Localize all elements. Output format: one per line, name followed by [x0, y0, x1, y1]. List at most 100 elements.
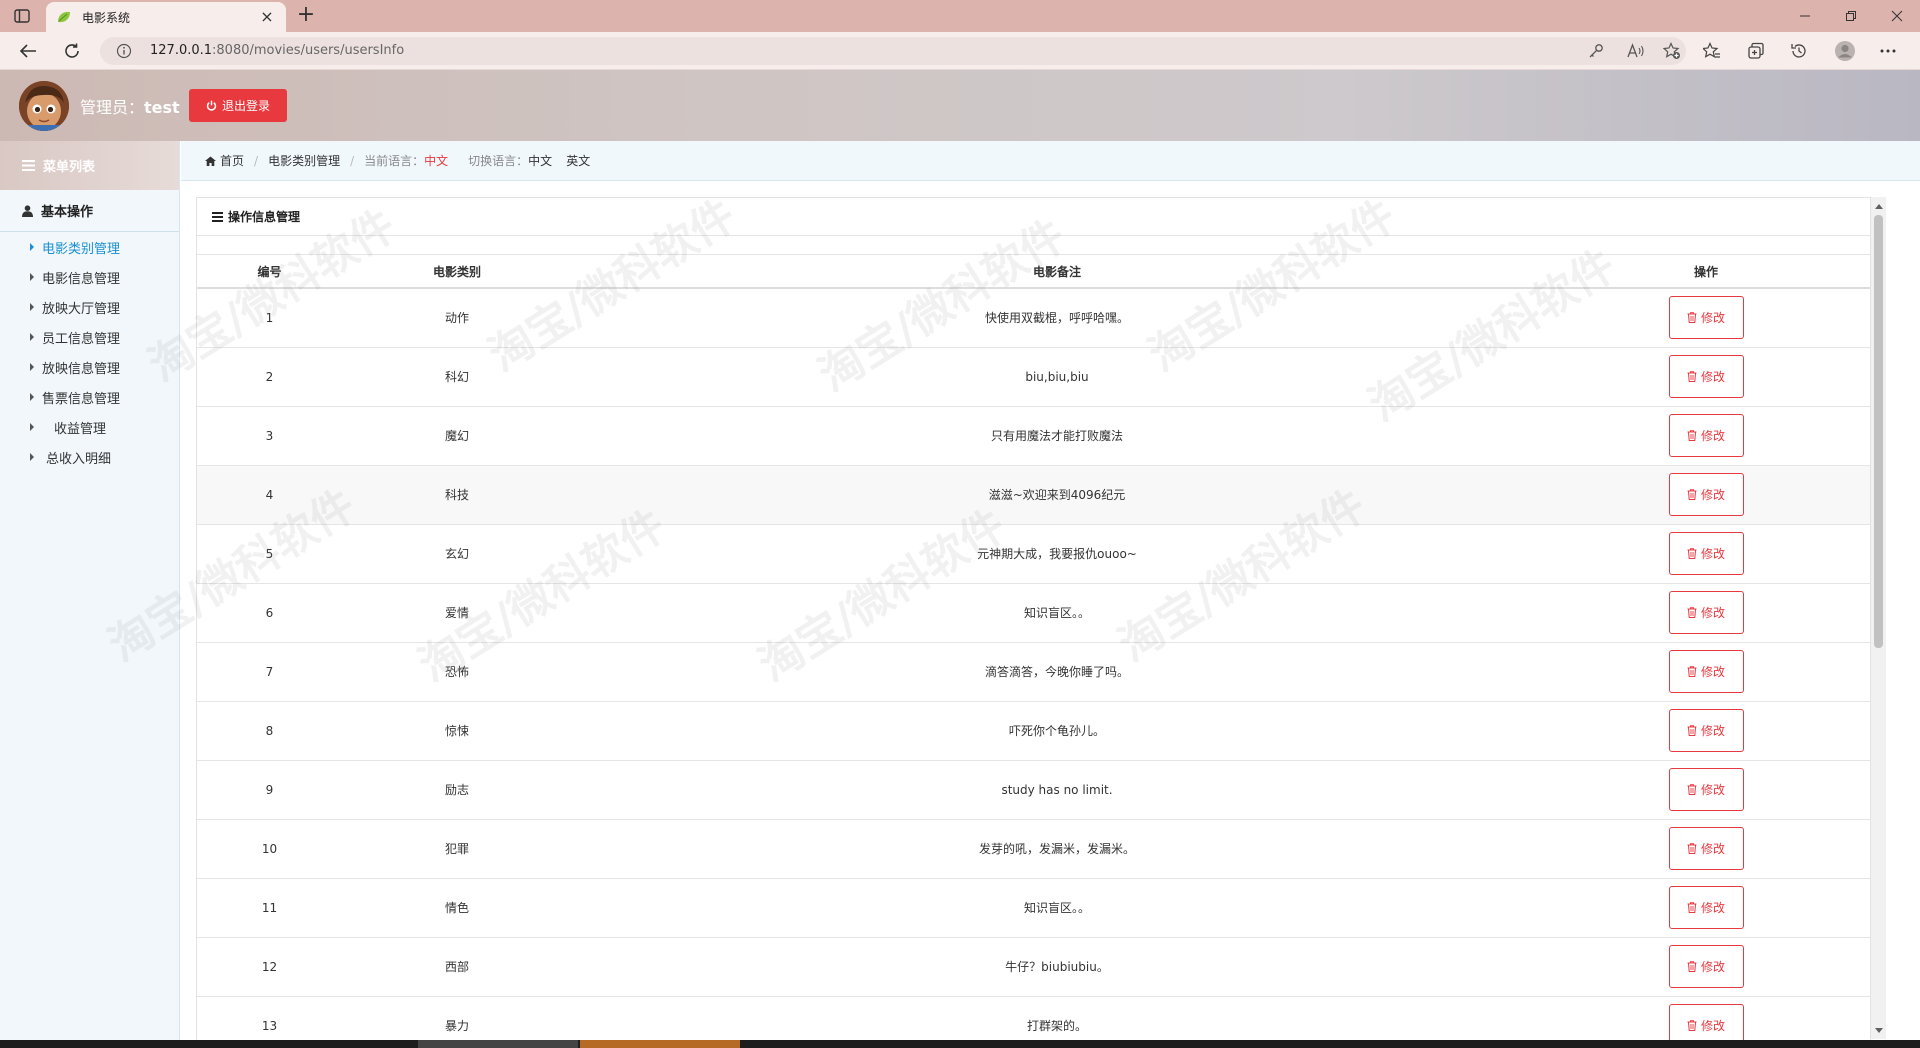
sidebar-item-halls[interactable]: 放映大厅管理 — [0, 292, 179, 322]
sidebar-item-income-detail[interactable]: 总收入明细 — [0, 442, 179, 472]
edit-label: 修改 — [1700, 429, 1725, 443]
edit-label: 修改 — [1700, 960, 1725, 974]
cell-id: 5 — [197, 524, 342, 584]
edit-label: 修改 — [1700, 724, 1725, 738]
power-icon — [206, 100, 217, 111]
cell-note: 知识盲区。。 — [572, 583, 1542, 643]
breadcrumb-home[interactable]: 首页 — [220, 152, 244, 169]
edit-button[interactable]: 修改 — [1668, 473, 1744, 516]
minimize-icon[interactable] — [1782, 0, 1828, 32]
edit-button[interactable]: 修改 — [1668, 827, 1744, 870]
cell-category: 恐怖 — [342, 642, 572, 702]
history-icon[interactable] — [1787, 39, 1811, 63]
sidebar-item-screenings[interactable]: 放映信息管理 — [0, 352, 179, 382]
cell-category: 犯罪 — [342, 819, 572, 879]
cell-category: 魔幻 — [342, 406, 572, 466]
cell-note: 知识盲区。。 — [572, 878, 1542, 938]
language-chinese-link[interactable]: 中文 — [528, 152, 552, 169]
key-icon[interactable] — [1584, 39, 1608, 63]
url-host: 127.0.0.1 — [150, 43, 213, 58]
table-row: 11 情色 知识盲区。。 修改 — [197, 878, 1870, 938]
more-options-icon[interactable] — [1876, 39, 1900, 63]
taskbar-app[interactable] — [418, 1040, 578, 1048]
close-tab-icon[interactable]: × — [258, 9, 276, 25]
breadcrumb-separator: / — [254, 153, 259, 168]
breadcrumb-separator: / — [350, 153, 355, 168]
collections-icon[interactable] — [1744, 39, 1768, 63]
breadcrumb-current: 电影类别管理 — [268, 154, 341, 168]
vertical-scrollbar[interactable] — [1871, 197, 1886, 1039]
restore-icon[interactable] — [1828, 0, 1874, 32]
home-icon — [205, 156, 216, 166]
new-tab-icon[interactable]: + — [294, 4, 318, 28]
cell-note: 发芽的吼，发漏米，发漏米。 — [572, 819, 1542, 879]
trash-icon — [1687, 843, 1697, 854]
edit-button[interactable]: 修改 — [1668, 709, 1744, 752]
logout-button[interactable]: 退出登录 — [189, 89, 287, 122]
sidebar-item-label: 电影类别管理 — [42, 241, 121, 257]
taskbar-app[interactable] — [580, 1040, 740, 1048]
scroll-up-icon[interactable] — [1871, 199, 1886, 213]
sidebar-item-staff[interactable]: 员工信息管理 — [0, 322, 179, 352]
back-icon[interactable] — [16, 39, 40, 63]
caret-right-icon — [30, 423, 34, 431]
current-language-value: 中文 — [424, 154, 449, 168]
reload-icon[interactable] — [60, 39, 84, 63]
edit-button[interactable]: 修改 — [1668, 886, 1744, 929]
scrollbar-thumb[interactable] — [1874, 215, 1883, 648]
sidebar-item-category[interactable]: 电影类别管理 — [0, 232, 179, 262]
edit-button[interactable]: 修改 — [1668, 650, 1744, 693]
edit-button[interactable]: 修改 — [1668, 296, 1744, 340]
cell-id: 10 — [197, 819, 342, 879]
url-path: :8080/movies/users/usersInfo — [212, 43, 405, 58]
edit-label: 修改 — [1700, 783, 1725, 797]
sidebar-item-revenue[interactable]: 收益管理 — [0, 412, 179, 442]
edit-button[interactable]: 修改 — [1668, 945, 1744, 988]
sidebar-menu-title: 菜单列表 — [43, 160, 96, 175]
edit-button[interactable]: 修改 — [1668, 355, 1744, 398]
edit-button[interactable]: 修改 — [1668, 532, 1744, 575]
cell-note: study has no limit. — [572, 760, 1542, 820]
edit-button[interactable]: 修改 — [1668, 591, 1744, 634]
edit-button[interactable]: 修改 — [1668, 768, 1744, 811]
sidebar-group-title: 基本操作 — [41, 205, 94, 220]
url-input[interactable]: 127.0.0.1:8080/movies/users/usersInfo — [100, 37, 1686, 65]
language-english-link[interactable]: 英文 — [566, 152, 590, 169]
current-language-label: 当前语言： — [364, 154, 425, 168]
read-aloud-icon[interactable] — [1624, 39, 1648, 63]
add-favorite-icon[interactable] — [1660, 39, 1684, 63]
user-icon — [22, 204, 33, 217]
edit-button[interactable]: 修改 — [1668, 414, 1744, 457]
favorites-icon[interactable] — [1700, 39, 1724, 63]
sidebar-group-basic[interactable]: 基本操作 — [0, 190, 179, 232]
table-row: 9 励志 study has no limit. 修改 — [197, 760, 1870, 820]
trash-icon — [1687, 1020, 1697, 1031]
switch-language-label: 切换语言： — [468, 154, 529, 168]
cell-action: 修改 — [1542, 701, 1870, 761]
scroll-down-icon[interactable] — [1871, 1023, 1886, 1037]
tab-actions-icon[interactable] — [12, 7, 32, 25]
cell-action: 修改 — [1542, 819, 1870, 879]
browser-tab-active[interactable]: 电影系统 × — [46, 2, 286, 32]
cell-action: 修改 — [1542, 288, 1870, 348]
profile-icon[interactable] — [1833, 39, 1857, 63]
caret-right-icon — [30, 303, 34, 311]
sidebar: 菜单列表 基本操作 电影类别管理 电影信息管理 放映大厅管理 员工信息管理 放映… — [0, 141, 180, 1048]
col-header-action: 操作 — [1542, 255, 1870, 289]
caret-right-icon — [30, 393, 34, 401]
cell-category: 科技 — [342, 465, 572, 525]
info-icon[interactable] — [116, 43, 132, 59]
logout-label: 退出登录 — [221, 99, 270, 113]
table-row: 12 西部 牛仔？biubiubiu。 修改 — [197, 937, 1870, 997]
sidebar-item-movie-info[interactable]: 电影信息管理 — [0, 262, 179, 292]
caret-right-icon — [30, 453, 34, 461]
col-header-category: 电影类别 — [342, 255, 572, 289]
sidebar-item-label: 总收入明细 — [46, 451, 112, 467]
close-window-icon[interactable] — [1874, 0, 1920, 32]
sidebar-item-tickets[interactable]: 售票信息管理 — [0, 382, 179, 412]
trash-icon — [1687, 725, 1697, 736]
cell-note: 吓死你个龟孙儿。 — [572, 701, 1542, 761]
edit-label: 修改 — [1700, 488, 1725, 502]
panel-spacer — [197, 236, 1870, 255]
cell-note: 只有用魔法才能打败魔法 — [572, 406, 1542, 466]
